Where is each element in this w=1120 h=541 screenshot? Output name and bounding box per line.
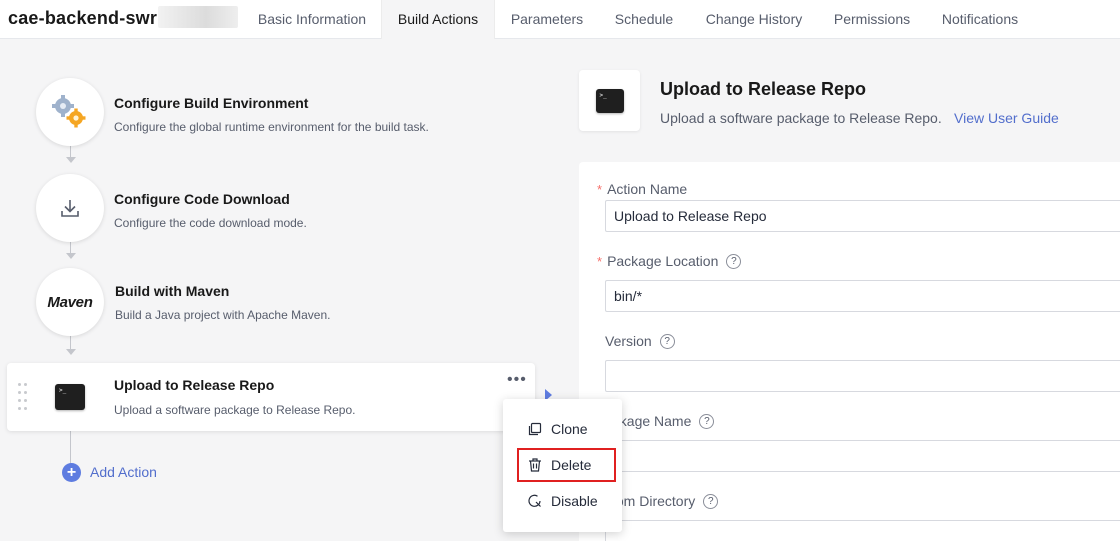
required-mark: * (597, 181, 603, 197)
version-input[interactable] (605, 360, 1120, 392)
view-user-guide-link[interactable]: View User Guide (954, 110, 1059, 126)
more-actions-icon[interactable]: ••• (507, 372, 527, 388)
add-action-button[interactable]: + Add Action (62, 462, 157, 482)
drag-handle-icon[interactable] (18, 383, 28, 411)
delete-menu-item[interactable]: Delete (517, 448, 616, 482)
action-name-label: * Action Name (597, 181, 688, 197)
disable-icon (528, 494, 542, 508)
help-icon[interactable]: ? (703, 493, 719, 509)
disable-menu-item[interactable]: Disable (503, 486, 622, 516)
tab-change-history[interactable]: Change History (692, 0, 816, 39)
clone-menu-item[interactable]: Clone (503, 414, 622, 444)
connector-arrow (66, 157, 76, 163)
terminal-icon: >_ (579, 70, 640, 131)
maven-logo: Maven (36, 268, 104, 336)
clone-icon (528, 422, 542, 436)
action-form: * Action Name * Package Location ? Versi… (579, 162, 1120, 541)
action-name-input[interactable] (605, 200, 1120, 232)
action-detail-panel: >_ Upload to Release Repo Upload a softw… (559, 39, 1120, 541)
job-title: cae-backend-swr (8, 8, 158, 28)
step-description: Configure the code download mode. (114, 216, 307, 230)
terminal-icon: >_ (55, 384, 85, 410)
tab-parameters[interactable]: Parameters (496, 0, 598, 39)
step-description: Upload a software package to Release Rep… (114, 403, 356, 417)
custom-directory-input[interactable] (605, 520, 1120, 541)
step-upload-to-release-repo[interactable]: >_ Upload to Release Repo Upload a softw… (7, 363, 535, 431)
step-description: Configure the global runtime environment… (114, 120, 429, 134)
package-location-input[interactable] (605, 280, 1120, 312)
help-icon[interactable]: ? (699, 413, 715, 429)
top-tab-bar: cae-backend-swr Basic Information Build … (0, 0, 1120, 39)
required-mark: * (597, 253, 603, 269)
step-title: Configure Code Download (114, 191, 290, 207)
trash-icon (528, 458, 542, 472)
redacted-job-suffix (158, 6, 238, 28)
connector-arrow (66, 253, 76, 259)
gears-icon (36, 78, 104, 146)
build-steps-panel: Configure Build Environment Configure th… (0, 39, 559, 541)
package-location-label: * Package Location ? (597, 253, 742, 269)
help-icon[interactable]: ? (726, 253, 742, 269)
tab-permissions[interactable]: Permissions (820, 0, 924, 39)
tab-basic-information[interactable]: Basic Information (242, 0, 382, 39)
step-description: Build a Java project with Apache Maven. (115, 308, 331, 322)
connector-arrow (66, 349, 76, 355)
step-title: Configure Build Environment (114, 95, 309, 111)
step-title: Build with Maven (115, 283, 230, 299)
tab-notifications[interactable]: Notifications (928, 0, 1032, 39)
help-icon[interactable]: ? (659, 333, 675, 349)
add-action-label: Add Action (90, 464, 157, 480)
step-title: Upload to Release Repo (114, 377, 275, 393)
step-context-menu: Clone Delete Disable (503, 399, 622, 532)
detail-title: Upload to Release Repo (660, 79, 867, 99)
detail-description: Upload a software package to Release Rep… (660, 110, 942, 126)
step-connector (70, 334, 71, 349)
plus-icon: + (62, 462, 81, 482)
tab-schedule[interactable]: Schedule (600, 0, 688, 39)
maven-logo-text: Maven (47, 293, 93, 311)
version-label: Version ? (605, 333, 675, 349)
package-name-input[interactable] (605, 440, 1120, 472)
download-icon (36, 174, 104, 242)
tab-build-actions[interactable]: Build Actions (381, 0, 495, 39)
